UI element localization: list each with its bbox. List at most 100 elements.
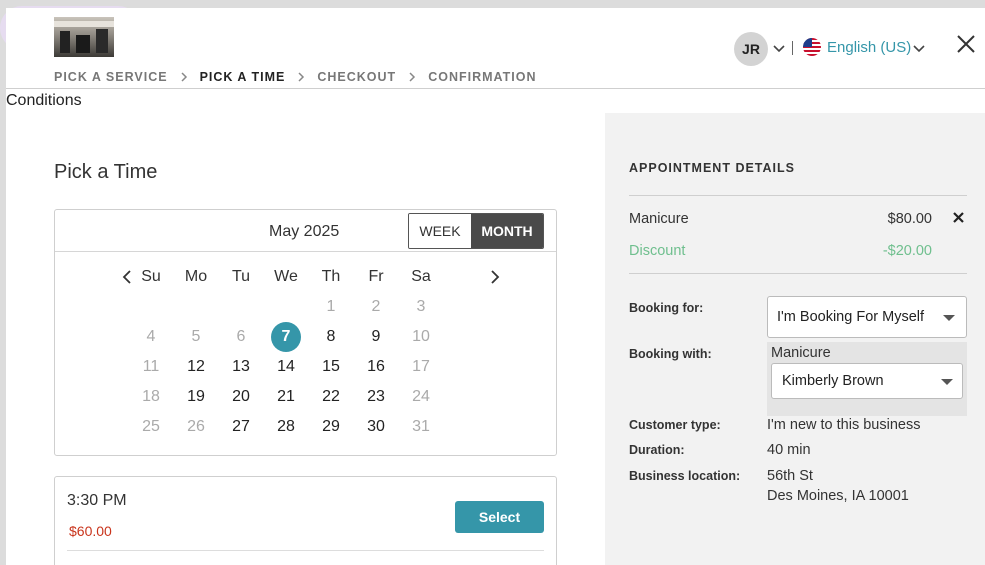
weekday-label: Fr <box>368 268 384 285</box>
caret-down-icon <box>943 315 955 321</box>
close-icon[interactable] <box>954 32 978 56</box>
calendar-day[interactable]: 26 <box>176 412 216 442</box>
month-calendar: May 2025 WEEK MONTH Su Mo Tu We Th Fr Sa 1 2 3 4 5 6… <box>54 209 557 456</box>
calendar-day-number: 22 <box>322 388 340 405</box>
booking-with-label: Booking with: <box>629 347 712 361</box>
calendar-day-number: 17 <box>412 358 430 375</box>
calendar-day[interactable]: 6 <box>221 322 261 352</box>
calendar-day[interactable]: 9 <box>356 322 396 352</box>
weekday-label: Su <box>141 268 161 285</box>
customer-type-label: Customer type: <box>629 418 721 432</box>
time-slot-card: 3:30 PM $60.00 Select <box>54 476 557 565</box>
calendar-day-number: 16 <box>367 358 385 375</box>
calendar-day[interactable]: 14 <box>266 352 306 382</box>
calendar-day-number: 20 <box>232 388 250 405</box>
calendar-day-number: 4 <box>146 328 156 345</box>
us-flag-icon[interactable] <box>803 38 821 56</box>
calendar-day[interactable]: 25 <box>131 412 171 442</box>
calendar-day[interactable]: 28 <box>266 412 306 442</box>
breadcrumb-step[interactable]: PICK A SERVICE <box>54 70 168 84</box>
calendar-day[interactable]: 18 <box>131 382 171 412</box>
location-line1: 56th St <box>767 468 813 484</box>
calendar-day-number: 7 <box>271 322 301 352</box>
business-logo <box>54 17 114 57</box>
calendar-day[interactable]: 24 <box>401 382 441 412</box>
calendar-day[interactable]: 19 <box>176 382 216 412</box>
calendar-day[interactable]: 2 <box>356 292 396 322</box>
calendar-day-number: 19 <box>187 388 205 405</box>
calendar-day-number: 1 <box>326 298 336 315</box>
chevron-down-icon[interactable] <box>912 41 926 59</box>
calendar-day[interactable]: 20 <box>221 382 261 412</box>
chevron-right-icon[interactable] <box>489 268 501 291</box>
duration-label: Duration: <box>629 443 685 457</box>
calendar-day[interactable]: 3 <box>401 292 441 322</box>
chevron-right-icon <box>408 71 416 83</box>
week-view-button[interactable]: WEEK <box>409 214 471 248</box>
calendar-day-number: 5 <box>191 328 201 345</box>
calendar-day[interactable]: 22 <box>311 382 351 412</box>
booking-for-select[interactable]: I'm Booking For Myself <box>767 296 967 338</box>
calendar-day-selected[interactable]: 7 <box>266 322 306 352</box>
weekday-label: Tu <box>231 268 251 285</box>
booking-with-service: Manicure <box>771 345 831 361</box>
calendar-day[interactable]: 16 <box>356 352 396 382</box>
duration-value: 40 min <box>767 442 811 458</box>
calendar-day[interactable]: 8 <box>311 322 351 352</box>
calendar-day[interactable]: 5 <box>176 322 216 352</box>
calendar-day[interactable]: 15 <box>311 352 351 382</box>
weekday-label: Mo <box>184 268 208 285</box>
breadcrumb-step[interactable]: CHECKOUT <box>317 70 396 84</box>
calendar-day-number: 27 <box>232 418 250 435</box>
calendar-day[interactable]: 4 <box>131 322 171 352</box>
breadcrumb-step[interactable]: CONFIRMATION <box>428 70 536 84</box>
booking-with-group: Manicure Kimberly Brown <box>767 342 967 416</box>
conditions-label[interactable]: Conditions <box>6 92 82 110</box>
weekday-label: Th <box>321 268 341 285</box>
calendar-day[interactable]: 1 <box>311 292 351 322</box>
chevron-down-icon[interactable] <box>772 41 786 59</box>
booking-for-value: I'm Booking For Myself <box>777 309 925 325</box>
discount-label: Discount <box>629 243 686 259</box>
user-avatar[interactable]: JR <box>734 32 768 66</box>
calendar-day-number: 23 <box>367 388 385 405</box>
header-divider <box>792 41 793 55</box>
calendar-day-number: 13 <box>232 358 250 375</box>
details-divider <box>629 273 967 274</box>
calendar-day[interactable]: 31 <box>401 412 441 442</box>
calendar-day-number: 24 <box>412 388 430 405</box>
details-title: APPOINTMENT DETAILS <box>629 161 795 175</box>
calendar-day[interactable]: 17 <box>401 352 441 382</box>
calendar-day-number: 6 <box>236 328 246 345</box>
remove-service-icon[interactable] <box>952 211 965 229</box>
month-view-button[interactable]: MONTH <box>471 214 543 248</box>
booking-modal: JR English (US) PICK A SERVICE PICK A TIM… <box>6 8 985 565</box>
details-divider <box>629 195 967 196</box>
chevron-right-icon <box>180 71 188 83</box>
breadcrumb-step[interactable]: PICK A TIME <box>200 70 286 84</box>
calendar-day[interactable]: 30 <box>356 412 396 442</box>
staff-select[interactable]: Kimberly Brown <box>771 363 963 399</box>
view-toggle: WEEK MONTH <box>408 213 544 249</box>
calendar-day[interactable]: 13 <box>221 352 261 382</box>
calendar-day[interactable]: 27 <box>221 412 261 442</box>
calendar-day-number: 30 <box>367 418 385 435</box>
calendar-day[interactable]: 12 <box>176 352 216 382</box>
select-slot-button[interactable]: Select <box>455 501 544 533</box>
calendar-day[interactable]: 29 <box>311 412 351 442</box>
calendar-day[interactable]: 10 <box>401 322 441 352</box>
calendar-day-number: 15 <box>322 358 340 375</box>
calendar-month-label: May 2025 <box>269 223 340 240</box>
calendar-day[interactable]: 11 <box>131 352 171 382</box>
calendar-day[interactable]: 21 <box>266 382 306 412</box>
customer-type-value: I'm new to this business <box>767 417 921 433</box>
service-price: $80.00 <box>887 211 932 227</box>
language-selector[interactable]: English (US) <box>827 39 911 56</box>
calendar-day[interactable]: 23 <box>356 382 396 412</box>
weekday-label: Sa <box>411 268 431 285</box>
calendar-day-number: 2 <box>371 298 381 315</box>
calendar-day-number: 3 <box>416 298 426 315</box>
service-name: Manicure <box>629 211 689 227</box>
calendar-day-number: 26 <box>187 418 205 435</box>
location-label: Business location: <box>629 469 741 483</box>
